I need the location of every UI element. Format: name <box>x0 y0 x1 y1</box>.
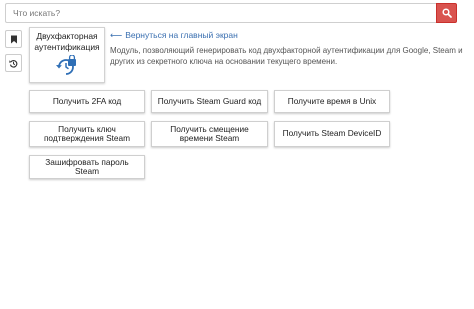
2fa-lock-icon <box>55 54 79 79</box>
get-unix-time-button[interactable]: Получите время в Unix <box>274 90 390 113</box>
get-steam-deviceid-button[interactable]: Получить Steam DeviceID <box>274 121 390 147</box>
bookmark-icon <box>10 35 17 43</box>
module-description: Модуль, позволяющий генерировать код дву… <box>110 46 463 66</box>
search-bar <box>5 3 457 23</box>
module-title: Двухфакторная аутентификация <box>34 31 100 52</box>
arrow-left-icon: ⟵ <box>110 30 123 40</box>
encrypt-steam-password-button[interactable]: Зашифровать пароль Steam <box>29 155 145 179</box>
search-icon <box>441 8 452 18</box>
history-icon <box>9 59 18 68</box>
bookmark-button[interactable] <box>5 30 22 48</box>
search-input[interactable] <box>5 3 436 23</box>
back-link-label: Вернуться на главный экран <box>125 30 238 40</box>
get-2fa-code-button[interactable]: Получить 2FA код <box>29 90 145 113</box>
get-steam-time-offset-button[interactable]: Получить смещение времени Steam <box>151 121 268 147</box>
get-steam-guard-code-button[interactable]: Получить Steam Guard код <box>151 90 268 113</box>
history-button[interactable] <box>5 54 22 72</box>
back-to-main-link[interactable]: ⟵ Вернуться на главный экран <box>110 30 238 41</box>
module-card: Двухфакторная аутентификация <box>29 27 105 83</box>
search-button[interactable] <box>436 3 457 23</box>
get-steam-confirmation-key-button[interactable]: Получить ключ подтверждения Steam <box>29 121 145 147</box>
